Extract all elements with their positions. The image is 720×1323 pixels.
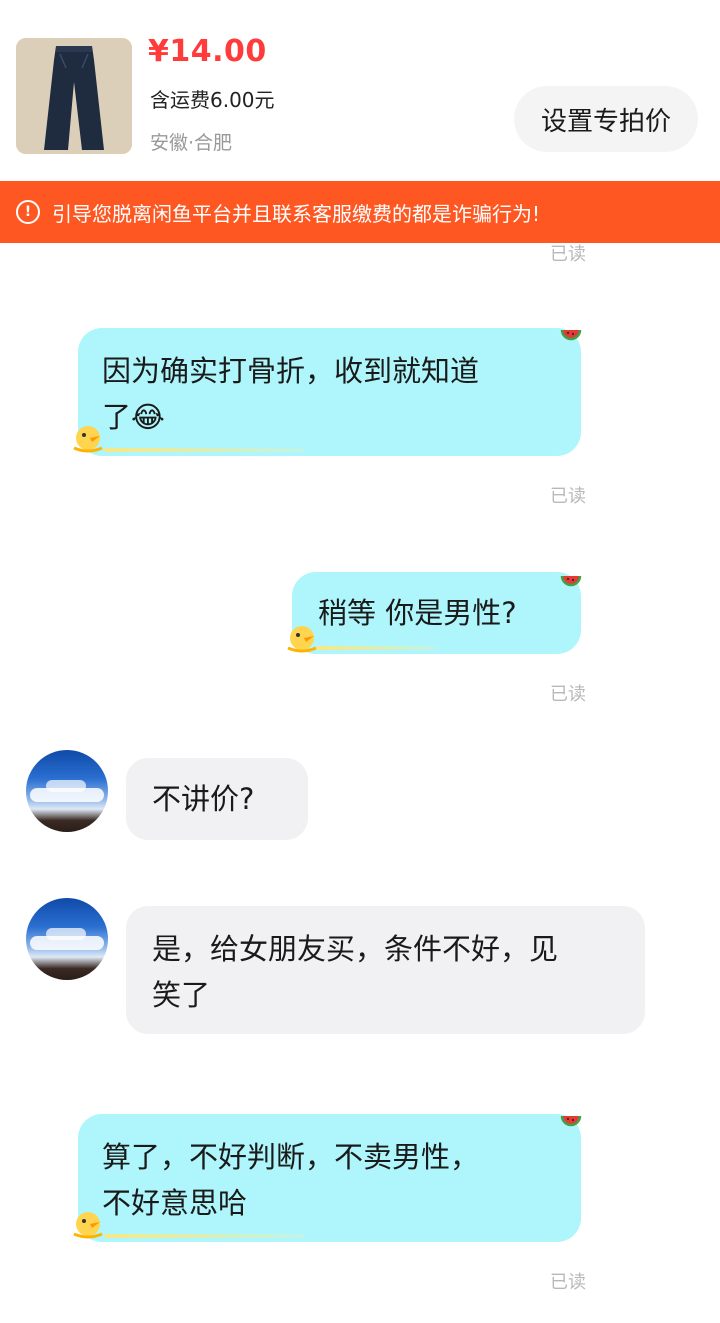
jeans-image xyxy=(16,38,132,154)
scam-warning-bar: ! 引导您脱离闲鱼平台并且联系客服缴费的都是诈骗行为! xyxy=(0,181,720,243)
bubble-decoration-line xyxy=(316,646,436,650)
incoming-message[interactable]: 不讲价? xyxy=(126,758,308,840)
shipping-fee: 含运费6.00元 xyxy=(150,88,275,112)
message-text: 不讲价? xyxy=(152,782,255,816)
message-line: 是，给女朋友买，条件不好，见 xyxy=(152,932,559,966)
message-line: 因为确实打骨折，收到就知道 xyxy=(102,354,480,388)
message-line: 了😂 xyxy=(102,400,165,434)
read-status: 已读 xyxy=(550,1272,586,1293)
read-status: 已读 xyxy=(550,684,586,705)
alert-circle-icon: ! xyxy=(16,200,40,224)
outgoing-message[interactable]: 稍等 你是男性? xyxy=(292,572,581,654)
read-status: 已读 xyxy=(550,244,586,265)
product-card[interactable]: ¥14.00 含运费6.00元 安徽·合肥 设置专拍价 xyxy=(0,0,720,180)
outgoing-message[interactable]: 算了，不好判断，不卖男性， 不好意思哈 xyxy=(78,1114,581,1242)
outgoing-message[interactable]: 因为确实打骨折，收到就知道 了😂 xyxy=(78,328,581,456)
set-special-price-button[interactable]: 设置专拍价 xyxy=(514,86,698,152)
bubble-decoration-line xyxy=(104,448,304,452)
message-text: 稍等 你是男性? xyxy=(318,596,517,630)
incoming-message[interactable]: 是，给女朋友买，条件不好，见 笑了 xyxy=(126,906,645,1034)
message-line: 不好意思哈 xyxy=(102,1186,248,1220)
product-thumbnail[interactable] xyxy=(16,38,132,154)
message-line: 笑了 xyxy=(152,978,211,1012)
duck-sticker-icon xyxy=(73,1212,103,1239)
watermelon-sticker-icon xyxy=(560,575,582,587)
read-status: 已读 xyxy=(550,486,586,507)
duck-sticker-icon xyxy=(73,426,103,453)
warning-text: 引导您脱离闲鱼平台并且联系客服缴费的都是诈骗行为! xyxy=(52,201,541,226)
contact-avatar[interactable] xyxy=(26,898,108,980)
message-line: 算了，不好判断，不卖男性， xyxy=(102,1140,480,1174)
bubble-decoration-line xyxy=(104,1234,304,1238)
product-location: 安徽·合肥 xyxy=(150,132,233,154)
watermelon-sticker-icon xyxy=(560,329,582,341)
watermelon-sticker-icon xyxy=(560,1115,582,1127)
product-price: ¥14.00 xyxy=(148,34,267,69)
contact-avatar[interactable] xyxy=(26,750,108,832)
